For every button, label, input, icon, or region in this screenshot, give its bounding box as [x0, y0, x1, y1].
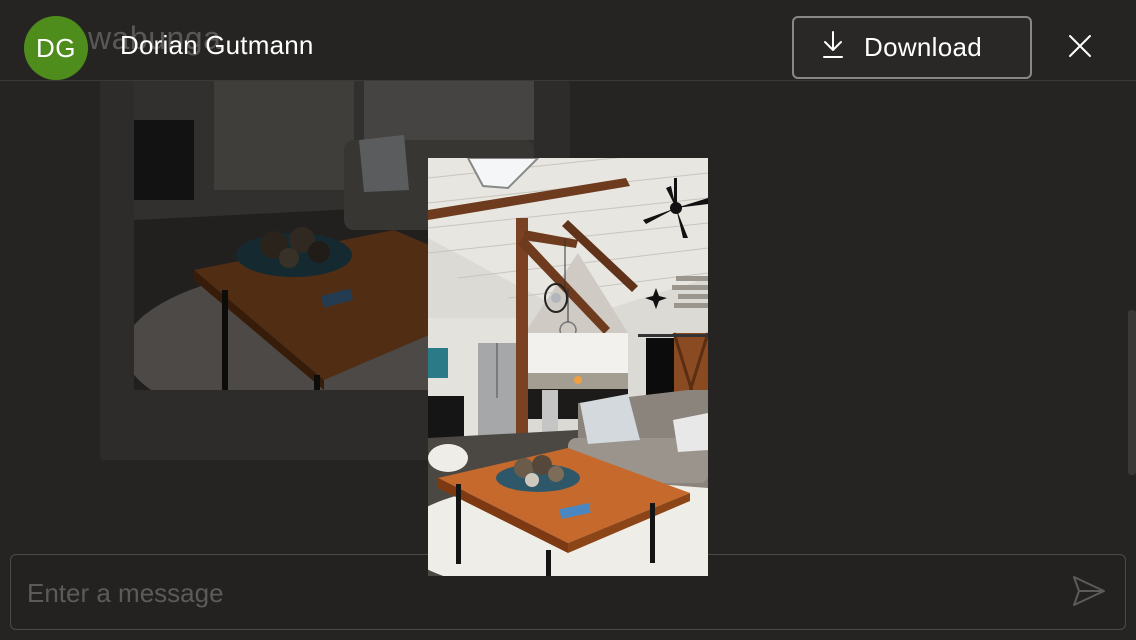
message-input[interactable] [27, 575, 1027, 611]
image-viewer-screen: wabunga Enter a message DG Dorian Gutman… [0, 0, 1136, 640]
send-icon [1072, 575, 1106, 612]
download-icon [822, 30, 844, 65]
download-label: Download [864, 32, 983, 62]
sender-name: Dorian Gutmann [120, 30, 314, 60]
avatar: DG [24, 16, 88, 80]
close-icon [1068, 34, 1092, 63]
send-button[interactable] [1069, 573, 1109, 613]
viewer-header: DG Dorian Gutmann Download [0, 0, 1136, 81]
chat-scrollbar[interactable] [1128, 310, 1136, 475]
image-preview [428, 158, 708, 576]
download-button[interactable]: Download [792, 16, 1032, 79]
close-button[interactable] [1058, 26, 1102, 70]
